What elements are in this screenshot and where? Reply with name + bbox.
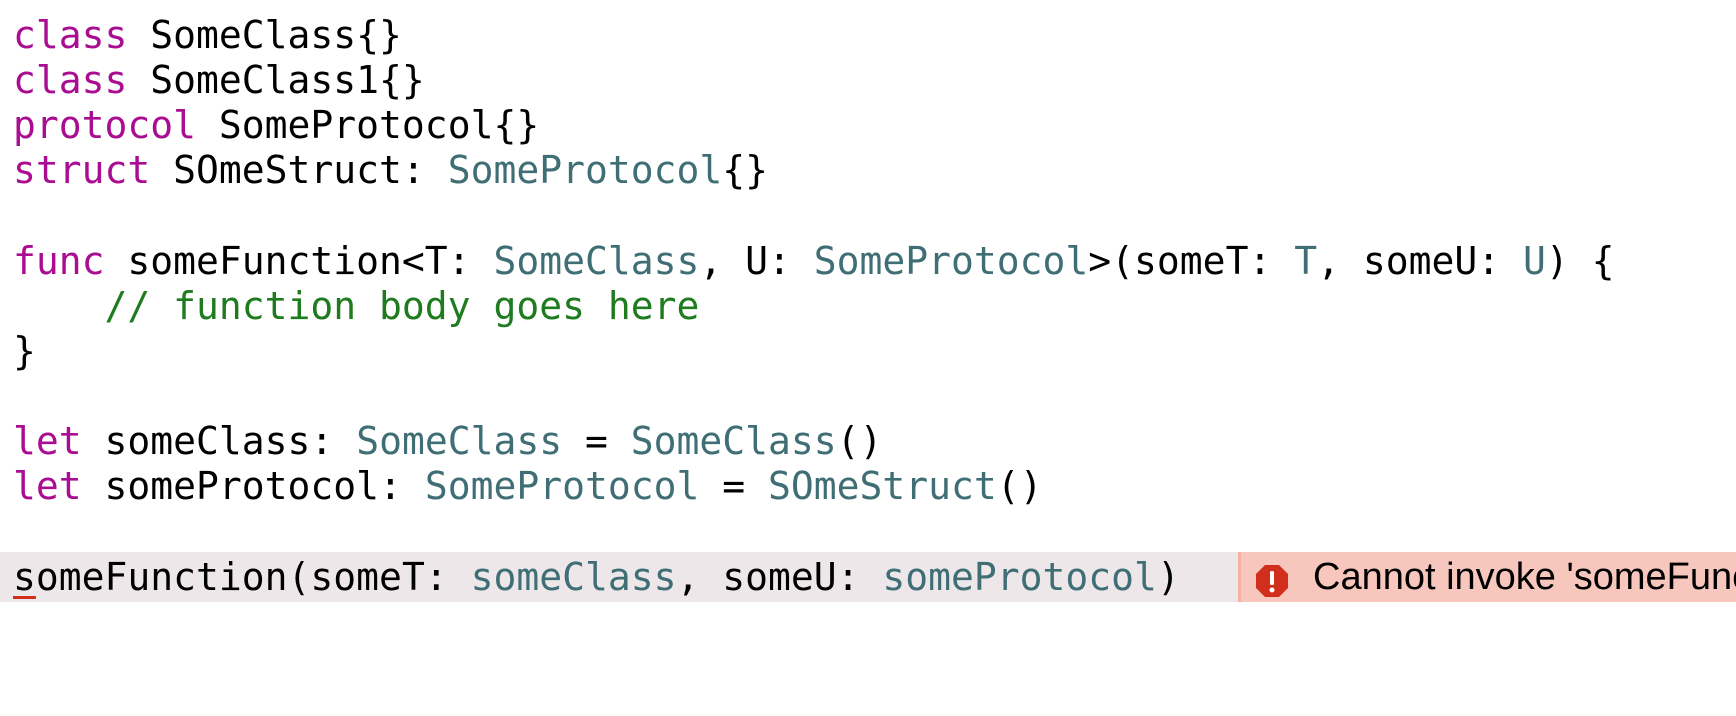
type-token: T: [1294, 239, 1318, 283]
code-token: , someU:: [1317, 239, 1523, 283]
keyword-token: func: [13, 239, 105, 283]
code-line[interactable]: class SomeClass{}: [0, 10, 1736, 60]
code-text: }: [13, 326, 36, 376]
code-text: let someClass: SomeClass = SomeClass(): [13, 416, 882, 466]
code-line[interactable]: func someFunction<T: SomeClass, U: SomeP…: [0, 236, 1736, 286]
code-token: SomeProtocol{}: [196, 103, 540, 147]
keyword-token: let: [13, 464, 82, 508]
code-token: someProtocol:: [81, 464, 425, 508]
code-line[interactable]: class SomeClass1{}: [0, 55, 1736, 105]
type-token: SomeProtocol: [813, 239, 1089, 283]
comment-token: // function body goes here: [104, 284, 700, 328]
keyword-token: struct: [13, 148, 151, 192]
code-token: {}: [722, 148, 769, 192]
code-token: SOmeStruct:: [150, 148, 448, 192]
code-line[interactable]: struct SOmeStruct: SomeProtocol{}: [0, 145, 1736, 195]
code-token: >(someT:: [1088, 239, 1295, 283]
code-editor[interactable]: class SomeClass{} class SomeClass1{} proto…: [0, 0, 1736, 716]
type-token: SomeClass: [356, 419, 563, 463]
code-token: s: [13, 555, 36, 599]
type-token: SOmeStruct: [768, 464, 997, 508]
code-token: =: [699, 464, 768, 508]
code-line-error[interactable]: someFunction(someT: someClass, someU: so…: [0, 552, 1736, 602]
code-token: =: [562, 419, 631, 463]
error-exclamation-icon[interactable]: [1255, 560, 1289, 597]
code-token: , U:: [699, 239, 814, 283]
code-token: ): [1156, 555, 1180, 599]
code-text: func someFunction<T: SomeClass, U: SomeP…: [13, 236, 1615, 286]
type-token: U: [1523, 239, 1546, 283]
code-text: // function body goes here: [13, 281, 700, 331]
code-text: class SomeClass1{}: [13, 55, 425, 105]
code-line[interactable]: let someProtocol: SomeProtocol = SOmeStr…: [0, 461, 1736, 511]
type-token: SomeClass: [630, 419, 837, 463]
code-line[interactable]: [0, 506, 1736, 556]
code-line[interactable]: let someClass: SomeClass = SomeClass(): [0, 416, 1736, 466]
keyword-token: class: [13, 58, 128, 102]
code-token: , someU:: [676, 555, 883, 599]
code-token: someFunction<T:: [104, 239, 494, 283]
code-token: SomeClass1{}: [127, 58, 425, 102]
code-token: omeFunction(someT:: [35, 555, 471, 599]
code-token: (): [996, 464, 1043, 508]
code-line[interactable]: // function body goes here: [0, 281, 1736, 331]
code-token: (): [836, 419, 883, 463]
keyword-token: protocol: [13, 103, 197, 147]
code-line[interactable]: [0, 371, 1736, 421]
code-text: let someProtocol: SomeProtocol = SOmeStr…: [13, 461, 1043, 511]
type-token: someClass: [470, 555, 677, 599]
code-text: class SomeClass{}: [13, 10, 402, 60]
code-token: ) {: [1545, 239, 1615, 283]
error-message-bubble[interactable]: Cannot invoke 'someFunc: [1238, 552, 1736, 602]
type-token: someProtocol: [882, 555, 1157, 599]
code-line[interactable]: }: [0, 326, 1736, 376]
code-text: someFunction(someT: someClass, someU: so…: [13, 552, 1180, 602]
keyword-token: let: [13, 419, 82, 463]
code-text: protocol SomeProtocol{}: [13, 100, 539, 150]
code-token: }: [13, 329, 36, 373]
error-message-text: Cannot invoke 'someFunc: [1313, 556, 1736, 598]
keyword-token: class: [13, 13, 128, 57]
code-token: someClass:: [81, 419, 357, 463]
type-token: SomeProtocol: [424, 464, 700, 508]
type-token: SomeProtocol: [447, 148, 723, 192]
code-line[interactable]: [0, 190, 1736, 240]
code-line[interactable]: protocol SomeProtocol{}: [0, 100, 1736, 150]
type-token: SomeClass: [493, 239, 700, 283]
code-text: struct SOmeStruct: SomeProtocol{}: [13, 145, 768, 195]
code-token: SomeClass{}: [127, 13, 402, 57]
